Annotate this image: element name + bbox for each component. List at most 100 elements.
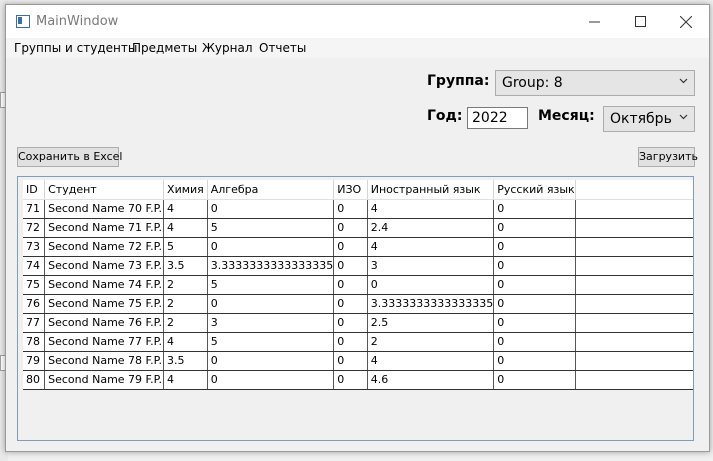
column-header-russian[interactable]: Русский язык [493, 180, 576, 200]
cell-chemistry[interactable]: 4 [163, 199, 208, 219]
cell-student[interactable]: Second Name 73 F.P. [44, 256, 165, 276]
cell-art[interactable]: 0 [333, 294, 368, 314]
cell-russian[interactable]: 0 [493, 199, 576, 219]
cell-student[interactable]: Second Name 72 F.P. [44, 237, 165, 257]
cell-russian[interactable]: 0 [493, 351, 576, 371]
cell-algebra[interactable]: 0 [207, 370, 335, 390]
cell-student[interactable]: Second Name 77 F.P. [44, 332, 165, 352]
cell-algebra[interactable]: 0 [207, 294, 335, 314]
cell-foreign-language[interactable]: 2.5 [367, 313, 495, 333]
column-header-student[interactable]: Студент [44, 180, 165, 200]
cell-russian[interactable]: 0 [493, 332, 576, 352]
cell-art[interactable]: 0 [333, 237, 368, 257]
cell-id[interactable]: 77 [23, 313, 46, 333]
cell-russian[interactable]: 0 [493, 294, 576, 314]
cell-art[interactable]: 0 [333, 313, 368, 333]
cell-id[interactable]: 71 [23, 199, 46, 219]
table-row[interactable]: 77 Second Name 76 F.P. 2 3 0 2.5 0 [23, 313, 693, 333]
cell-student[interactable]: Second Name 71 F.P. [44, 218, 165, 238]
cell-foreign-language[interactable]: 4 [367, 199, 495, 219]
load-button[interactable]: Загрузить [638, 147, 698, 167]
save-excel-button[interactable]: Сохранить в Excel [17, 147, 123, 167]
journal-grid[interactable]: ID Студент Химия Алгебра ИЗО Иностранный… [17, 176, 694, 441]
cell-foreign-language[interactable]: 4 [367, 351, 495, 371]
cell-art[interactable]: 0 [333, 199, 368, 219]
cell-art[interactable]: 0 [333, 370, 368, 390]
group-select[interactable]: Group: 8 [495, 70, 695, 96]
cell-algebra[interactable]: 0 [207, 351, 335, 371]
cell-id[interactable]: 74 [23, 256, 46, 276]
cell-foreign-language[interactable]: 4.6 [367, 370, 495, 390]
cell-algebra[interactable]: 3 [207, 313, 335, 333]
cell-foreign-language[interactable]: 3.3333333333333335 [367, 294, 495, 314]
cell-foreign-language[interactable]: 3 [367, 256, 495, 276]
cell-student[interactable]: Second Name 74 F.P. [44, 275, 165, 295]
year-input[interactable]: 2022 [467, 107, 528, 129]
cell-chemistry[interactable]: 5 [163, 237, 208, 257]
cell-algebra[interactable]: 5 [207, 218, 335, 238]
cell-russian[interactable]: 0 [493, 237, 576, 257]
table-row[interactable]: 72 Second Name 71 F.P. 4 5 0 2.4 0 [23, 218, 693, 238]
cell-algebra[interactable]: 0 [207, 199, 335, 219]
cell-student[interactable]: Second Name 76 F.P. [44, 313, 165, 333]
cell-chemistry[interactable]: 2 [163, 294, 208, 314]
cell-chemistry[interactable]: 4 [163, 370, 208, 390]
title-bar[interactable]: MainWindow [6, 5, 709, 38]
menu-item-journal[interactable]: Журнал [202, 41, 253, 55]
cell-algebra[interactable]: 0 [207, 237, 335, 257]
cell-chemistry[interactable]: 3.5 [163, 256, 208, 276]
cell-id[interactable]: 78 [23, 332, 46, 352]
cell-id[interactable]: 76 [23, 294, 46, 314]
cell-student[interactable]: Second Name 78 F.P. [44, 351, 165, 371]
column-header-id[interactable]: ID [23, 180, 46, 200]
cell-algebra[interactable]: 5 [207, 275, 335, 295]
cell-id[interactable]: 75 [23, 275, 46, 295]
table-row[interactable]: 73 Second Name 72 F.P. 5 0 0 4 0 [23, 237, 693, 257]
cell-chemistry[interactable]: 4 [163, 332, 208, 352]
cell-algebra[interactable]: 5 [207, 332, 335, 352]
cell-algebra[interactable]: 3.3333333333333335 [207, 256, 335, 276]
cell-russian[interactable]: 0 [493, 275, 576, 295]
cell-chemistry[interactable]: 2 [163, 313, 208, 333]
column-header-foreign-language[interactable]: Иностранный язык [367, 180, 495, 200]
cell-art[interactable]: 0 [333, 351, 368, 371]
cell-chemistry[interactable]: 2 [163, 275, 208, 295]
cell-art[interactable]: 0 [333, 275, 368, 295]
cell-russian[interactable]: 0 [493, 256, 576, 276]
cell-student[interactable]: Second Name 75 F.P. [44, 294, 165, 314]
cell-id[interactable]: 79 [23, 351, 46, 371]
cell-foreign-language[interactable]: 2.4 [367, 218, 495, 238]
close-button[interactable] [663, 5, 709, 38]
table-row[interactable]: 76 Second Name 75 F.P. 2 0 0 3.33333333333333… [23, 294, 693, 314]
cell-russian[interactable]: 0 [493, 218, 576, 238]
table-row[interactable]: 80 Second Name 79 F.P. 4 0 0 4.6 0 [23, 370, 693, 390]
cell-chemistry[interactable]: 3.5 [163, 351, 208, 371]
menu-item-reports[interactable]: Отчеты [259, 41, 306, 55]
cell-foreign-language[interactable]: 2 [367, 332, 495, 352]
column-header-algebra[interactable]: Алгебра [207, 180, 335, 200]
cell-foreign-language[interactable]: 0 [367, 275, 495, 295]
table-row[interactable]: 79 Second Name 78 F.P. 3.5 0 0 4 0 [23, 351, 693, 371]
table-row[interactable]: 74 Second Name 73 F.P. 3.5 3.33333333333333… [23, 256, 693, 276]
menu-item-subjects[interactable]: Предметы [132, 41, 197, 55]
cell-russian[interactable]: 0 [493, 370, 576, 390]
cell-chemistry[interactable]: 4 [163, 218, 208, 238]
minimize-button[interactable] [571, 5, 617, 38]
table-row[interactable]: 75 Second Name 74 F.P. 2 5 0 0 0 [23, 275, 693, 295]
cell-id[interactable]: 80 [23, 370, 46, 390]
table-row[interactable]: 78 Second Name 77 F.P. 4 5 0 2 0 [23, 332, 693, 352]
cell-id[interactable]: 73 [23, 237, 46, 257]
maximize-button[interactable] [617, 5, 663, 38]
cell-student[interactable]: Second Name 79 F.P. [44, 370, 165, 390]
cell-art[interactable]: 0 [333, 256, 368, 276]
menu-item-groups[interactable]: Группы и студенты [14, 41, 137, 55]
cell-id[interactable]: 72 [23, 218, 46, 238]
column-header-chemistry[interactable]: Химия [163, 180, 208, 200]
cell-student[interactable]: Second Name 70 F.P. [44, 199, 165, 219]
table-row[interactable]: 71 Second Name 70 F.P. 4 0 0 4 0 [23, 199, 693, 219]
month-select[interactable]: Октябрь [603, 106, 695, 132]
cell-russian[interactable]: 0 [493, 313, 576, 333]
cell-art[interactable]: 0 [333, 332, 368, 352]
column-header-art[interactable]: ИЗО [333, 180, 368, 200]
cell-foreign-language[interactable]: 4 [367, 237, 495, 257]
